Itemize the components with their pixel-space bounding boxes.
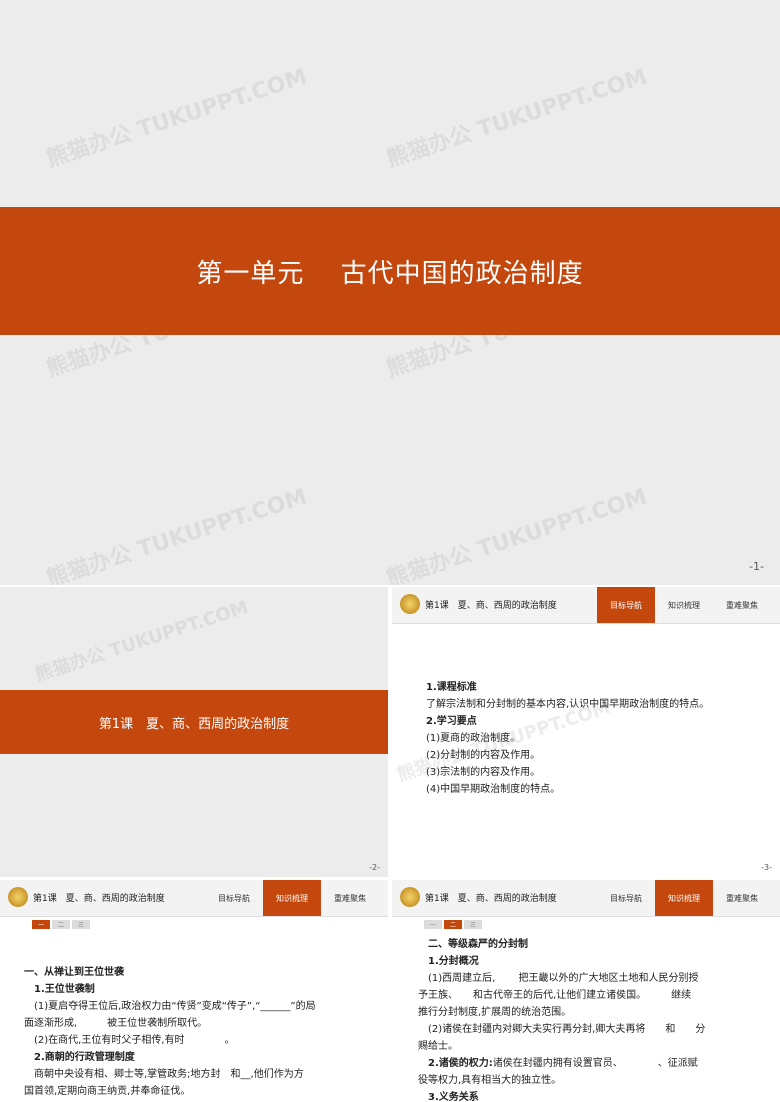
slide-2: 熊猫办公 TUKUPPT.COM 第1课 夏、商、西周的政治制度 -2- [0,587,388,877]
slide-5: 第1课 夏、商、西周的政治制度 目标导航 知识梳理 重难聚焦 一 二 三 二、等… [392,880,780,1102]
tab-knowledge[interactable]: 知识梳理 [655,587,713,623]
pager-item[interactable]: 一 [32,920,50,929]
pager-item[interactable]: 一 [424,920,442,929]
divider [0,877,780,880]
paragraph: 推行分封制度,扩展周的统治范围。 [418,1007,572,1018]
section-pager: 一 二 三 [32,920,90,929]
pager-item[interactable]: 三 [464,920,482,929]
heading: 1.分封概况 [428,956,479,967]
tab-knowledge[interactable]: 知识梳理 [655,880,713,916]
unit-title: 第一单元 古代中国的政治制度 [196,258,584,289]
title-band: 第1课 夏、商、西周的政治制度 [0,690,388,754]
page-number: -3- [761,863,772,872]
paragraph: 役等权力,具有相当大的独立性。 [418,1075,562,1086]
paragraph: (2)诸侯在封疆内对卿大夫实行再分封,卿大夫再将 和 分 [428,1024,706,1035]
section-heading: 二、等级森严的分封制 [428,939,528,950]
paragraph: 面逐渐形成, 被王位世袭制所取代。 [24,1018,208,1029]
school-logo-icon [8,887,28,907]
heading: 1.课程标准 [426,682,477,693]
paragraph-text: 诸侯在封疆内拥有设置官员、 、征派赋 [492,1058,698,1069]
paragraph: 予王族、 和古代帝王的后代,让他们建立诸侯国。 继续 [418,990,692,1001]
school-logo-icon [400,887,420,907]
header-title: 第1课 夏、商、西周的政治制度 [425,601,557,611]
pager-item[interactable]: 二 [52,920,70,929]
slide-3: 第1课 夏、商、西周的政治制度 目标导航 知识梳理 重难聚焦 熊猫办公 TUKU… [392,587,780,877]
watermark: 熊猫办公 TUKUPPT.COM [383,484,651,585]
tab-key-points[interactable]: 重难聚焦 [713,587,771,623]
watermark: 熊猫办公 TUKUPPT.COM [43,484,311,585]
slide-header: 第1课 夏、商、西周的政治制度 目标导航 知识梳理 重难聚焦 [392,880,780,917]
pager-item[interactable]: 三 [72,920,90,929]
watermark: 熊猫办公 TUKUPPT.COM [383,64,651,173]
watermark: 熊猫办公 TUKUPPT.COM [32,597,251,686]
header-title: 第1课 夏、商、西周的政治制度 [33,894,165,904]
paragraph: 了解宗法制和分封制的基本内容,认识中国早期政治制度的特点。 [426,699,710,710]
list-item: (3)宗法制的内容及作用。 [426,767,541,778]
lesson-title: 第1课 夏、商、西周的政治制度 [98,716,290,732]
slide-header: 第1课 夏、商、西周的政治制度 目标导航 知识梳理 重难聚焦 [0,880,388,917]
content: 一、从禅让到王位世袭 1.王位世袭制 (1)夏启夺得王位后,政治权力由“传贤”变… [24,964,384,1100]
section-pager: 一 二 三 [424,920,482,929]
paragraph: 2.诸侯的权力:诸侯在封疆内拥有设置官员、 、征派赋 [418,1055,776,1072]
paragraph: (1)西周建立后, 把王畿以外的广大地区土地和人民分别授 [428,973,699,984]
tab-goals[interactable]: 目标导航 [597,587,655,623]
header-title: 第1课 夏、商、西周的政治制度 [425,894,557,904]
heading: 2.学习要点 [426,716,477,727]
heading: 2.诸侯的权力: [428,1058,493,1069]
heading: 1.王位世袭制 [34,984,95,995]
list-item: (4)中国早期政治制度的特点。 [426,784,561,795]
title-band: 第一单元 古代中国的政治制度 [0,207,780,335]
tab-key-points[interactable]: 重难聚焦 [713,880,771,916]
paragraph: (1)夏启夺得王位后,政治权力由“传贤”变成“传子”,“______”的局 [34,1001,316,1012]
page-number: -1- [749,560,764,573]
slide-4: 第1课 夏、商、西周的政治制度 目标导航 知识梳理 重难聚焦 一 二 三 一、从… [0,880,388,1102]
tab-goals[interactable]: 目标导航 [205,880,263,916]
tab-key-points[interactable]: 重难聚焦 [321,880,379,916]
page-number: -2- [369,863,380,872]
watermark: 熊猫办公 TUKUPPT.COM [43,64,311,173]
tab-knowledge[interactable]: 知识梳理 [263,880,321,916]
content: 1.课程标准 了解宗法制和分封制的基本内容,认识中国早期政治制度的特点。 2.学… [426,679,778,798]
paragraph: 商朝中央设有相、卿士等,掌管政务;地方封 和__,他们作为方 [34,1069,304,1080]
tab-goals[interactable]: 目标导航 [597,880,655,916]
list-item: (1)夏商的政治制度。 [426,733,521,744]
heading: 3.义务关系 [428,1092,479,1102]
heading: 2.商朝的行政管理制度 [34,1052,135,1063]
content: 二、等级森严的分封制 1.分封概况 (1)西周建立后, 把王畿以外的广大地区土地… [418,936,776,1102]
pager-item[interactable]: 二 [444,920,462,929]
divider [388,587,392,1102]
slide-header: 第1课 夏、商、西周的政治制度 目标导航 知识梳理 重难聚焦 [392,587,780,624]
slide-1: 熊猫办公 TUKUPPT.COM 熊猫办公 TUKUPPT.COM 熊猫办公 T… [0,0,780,585]
school-logo-icon [400,594,420,614]
paragraph: 赐给士。 [418,1041,458,1052]
paragraph: 国首领,定期向商王纳贡,并奉命征伐。 [24,1086,191,1097]
section-heading: 一、从禅让到王位世袭 [24,967,124,978]
list-item: (2)分封制的内容及作用。 [426,750,541,761]
paragraph: (2)在商代,王位有时父子相传,有时 。 [34,1035,235,1046]
